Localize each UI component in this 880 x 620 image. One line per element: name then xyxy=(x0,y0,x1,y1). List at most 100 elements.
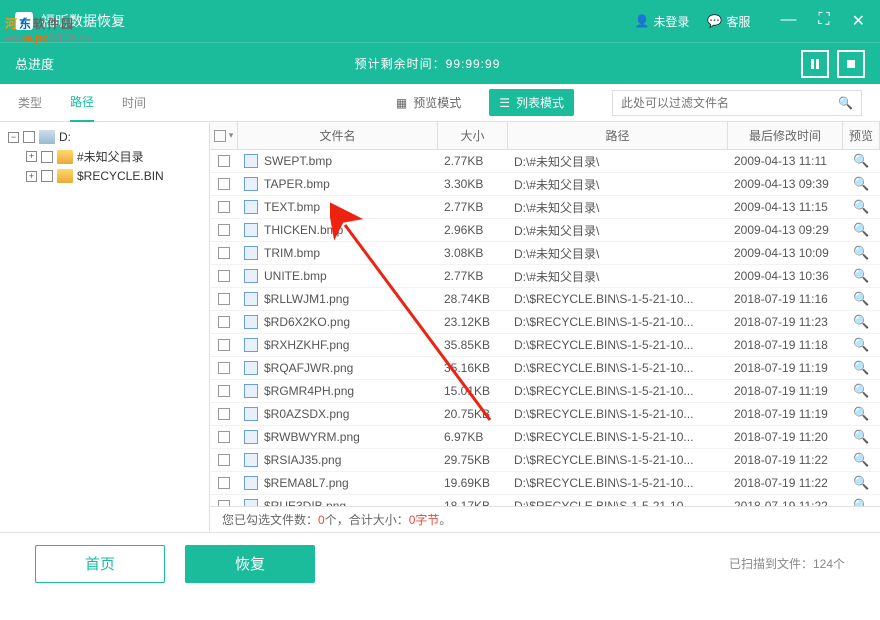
table-row[interactable]: $RLLWJM1.png28.74KBD:\$RECYCLE.BIN\S-1-5… xyxy=(210,288,880,311)
home-button[interactable]: 首页 xyxy=(35,545,165,583)
table-row[interactable]: $RXHZKHF.png35.85KBD:\$RECYCLE.BIN\S-1-5… xyxy=(210,334,880,357)
table-row[interactable]: $RGMR4PH.png15.01KBD:\$RECYCLE.BIN\S-1-5… xyxy=(210,380,880,403)
table-row[interactable]: $RUE3DIB.png18.17KBD:\$RECYCLE.BIN\S-1-5… xyxy=(210,495,880,506)
preview-icon[interactable]: 🔍 xyxy=(853,360,869,376)
file-path: D:\$RECYCLE.BIN\S-1-5-21-10... xyxy=(508,315,728,329)
row-checkbox[interactable] xyxy=(218,155,230,167)
table-body[interactable]: SWEPT.bmp2.77KBD:\#未知父目录\2009-04-13 11:1… xyxy=(210,150,880,506)
stop-button[interactable] xyxy=(837,50,865,78)
preview-icon[interactable]: 🔍 xyxy=(853,314,869,330)
file-name: $R0AZSDX.png xyxy=(264,407,349,421)
row-checkbox[interactable] xyxy=(218,339,230,351)
search-icon[interactable]: 🔍 xyxy=(838,96,853,110)
file-size: 3.30KB xyxy=(438,177,508,191)
user-icon: 👤 xyxy=(634,14,649,28)
preview-icon[interactable]: 🔍 xyxy=(853,498,869,506)
table-row[interactable]: $RSIAJ35.png29.75KBD:\$RECYCLE.BIN\S-1-5… xyxy=(210,449,880,472)
row-checkbox[interactable] xyxy=(218,477,230,489)
preview-icon[interactable]: 🔍 xyxy=(853,245,869,261)
file-size: 2.77KB xyxy=(438,269,508,283)
filter-input[interactable] xyxy=(621,96,838,110)
row-checkbox[interactable] xyxy=(218,247,230,259)
table-row[interactable]: TEXT.bmp2.77KBD:\#未知父目录\2009-04-13 11:15… xyxy=(210,196,880,219)
file-size: 35.16KB xyxy=(438,361,508,375)
preview-mode-button[interactable]: ▦预览模式 xyxy=(396,94,461,111)
file-path: D:\#未知父目录\ xyxy=(508,268,728,285)
row-checkbox[interactable] xyxy=(218,316,230,328)
table-row[interactable]: TRIM.bmp3.08KBD:\#未知父目录\2009-04-13 10:09… xyxy=(210,242,880,265)
row-checkbox[interactable] xyxy=(218,385,230,397)
tab-path[interactable]: 路径 xyxy=(70,83,94,122)
tab-type[interactable]: 类型 xyxy=(18,84,42,121)
table-row[interactable]: SWEPT.bmp2.77KBD:\#未知父目录\2009-04-13 11:1… xyxy=(210,150,880,173)
table-row[interactable]: $RD6X2KO.png23.12KBD:\$RECYCLE.BIN\S-1-5… xyxy=(210,311,880,334)
table-row[interactable]: $RQAFJWR.png35.16KBD:\$RECYCLE.BIN\S-1-5… xyxy=(210,357,880,380)
col-preview[interactable]: 预览 xyxy=(843,122,880,149)
table-row[interactable]: $R0AZSDX.png20.75KBD:\$RECYCLE.BIN\S-1-5… xyxy=(210,403,880,426)
table-row[interactable]: UNITE.bmp2.77KBD:\#未知父目录\2009-04-13 10:3… xyxy=(210,265,880,288)
recover-button[interactable]: 恢复 xyxy=(185,545,315,583)
file-path: D:\$RECYCLE.BIN\S-1-5-21-10... xyxy=(508,499,728,506)
row-checkbox[interactable] xyxy=(218,454,230,466)
row-checkbox[interactable] xyxy=(218,362,230,374)
preview-icon[interactable]: 🔍 xyxy=(853,268,869,284)
tab-time[interactable]: 时间 xyxy=(122,84,146,121)
file-mtime: 2018-07-19 11:22 xyxy=(728,476,843,490)
file-name: $RXHZKHF.png xyxy=(264,338,349,352)
col-path[interactable]: 路径 xyxy=(508,122,728,149)
tree-node[interactable]: + #未知父目录 xyxy=(26,146,201,167)
row-checkbox[interactable] xyxy=(218,178,230,190)
preview-icon[interactable]: 🔍 xyxy=(853,291,869,307)
collapse-icon[interactable]: − xyxy=(8,132,19,143)
file-icon xyxy=(244,246,258,260)
support-button[interactable]: 💬客服 xyxy=(707,13,750,30)
row-checkbox[interactable] xyxy=(218,431,230,443)
preview-icon[interactable]: 🔍 xyxy=(853,153,869,169)
file-size: 23.12KB xyxy=(438,315,508,329)
pause-button[interactable] xyxy=(801,50,829,78)
row-checkbox[interactable] xyxy=(218,201,230,213)
checkbox[interactable] xyxy=(41,170,53,182)
row-checkbox[interactable] xyxy=(218,408,230,420)
expand-icon[interactable]: + xyxy=(26,171,37,182)
expand-icon[interactable]: + xyxy=(26,151,37,162)
col-mtime[interactable]: 最后修改时间 xyxy=(728,122,843,149)
file-icon xyxy=(244,200,258,214)
preview-icon[interactable]: 🔍 xyxy=(853,475,869,491)
preview-icon[interactable]: 🔍 xyxy=(853,337,869,353)
file-icon xyxy=(244,223,258,237)
eta-text: 预计剩余时间：99:99:99 xyxy=(54,55,801,72)
table-row[interactable]: $REMA8L7.png19.69KBD:\$RECYCLE.BIN\S-1-5… xyxy=(210,472,880,495)
checkbox[interactable] xyxy=(23,131,35,143)
table-row[interactable]: THICKEN.bmp2.96KBD:\#未知父目录\2009-04-13 09… xyxy=(210,219,880,242)
preview-icon[interactable]: 🔍 xyxy=(853,429,869,445)
chevron-down-icon[interactable]: ▾ xyxy=(229,130,234,141)
minimize-button[interactable]: — xyxy=(780,11,796,31)
preview-icon[interactable]: 🔍 xyxy=(853,176,869,192)
row-checkbox[interactable] xyxy=(218,270,230,282)
table-row[interactable]: $RWBWYRM.png6.97KBD:\$RECYCLE.BIN\S-1-5-… xyxy=(210,426,880,449)
preview-icon[interactable]: 🔍 xyxy=(853,383,869,399)
preview-icon[interactable]: 🔍 xyxy=(853,452,869,468)
filter-box[interactable]: 🔍 xyxy=(612,90,862,116)
close-button[interactable]: ✕ xyxy=(852,11,865,31)
file-name: $REMA8L7.png xyxy=(264,476,349,490)
table-row[interactable]: TAPER.bmp3.30KBD:\#未知父目录\2009-04-13 09:3… xyxy=(210,173,880,196)
preview-icon[interactable]: 🔍 xyxy=(853,222,869,238)
file-mtime: 2018-07-19 11:22 xyxy=(728,453,843,467)
col-size[interactable]: 大小 xyxy=(438,122,508,149)
list-mode-button[interactable]: ☰列表模式 xyxy=(489,89,574,116)
select-all-checkbox[interactable] xyxy=(214,130,226,142)
preview-icon[interactable]: 🔍 xyxy=(853,406,869,422)
maximize-button[interactable]: ⛶ xyxy=(818,11,829,31)
col-name[interactable]: 文件名 xyxy=(238,122,438,149)
tree-node[interactable]: + $RECYCLE.BIN xyxy=(26,167,201,185)
row-checkbox[interactable] xyxy=(218,293,230,305)
checkbox[interactable] xyxy=(41,151,53,163)
tree-node-root[interactable]: − D: xyxy=(8,128,201,146)
file-icon xyxy=(244,384,258,398)
login-button[interactable]: 👤未登录 xyxy=(634,13,689,30)
preview-icon[interactable]: 🔍 xyxy=(853,199,869,215)
file-path: D:\$RECYCLE.BIN\S-1-5-21-10... xyxy=(508,476,728,490)
row-checkbox[interactable] xyxy=(218,224,230,236)
